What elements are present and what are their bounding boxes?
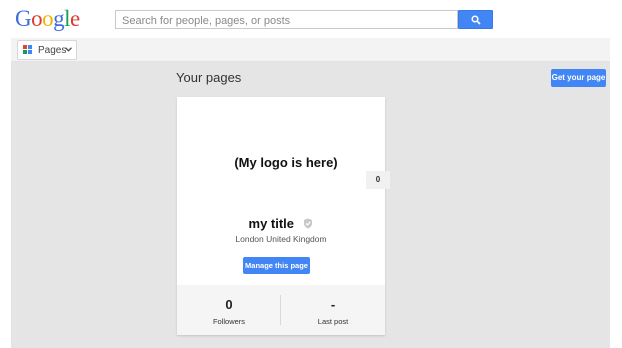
last-post-label: Last post — [317, 317, 349, 326]
page-title[interactable]: my title — [249, 216, 295, 231]
pages-label: Pages — [38, 45, 67, 56]
count-badge: 0 — [366, 171, 390, 189]
chevron-down-icon — [65, 47, 72, 52]
sub-bar: Pages — [11, 38, 610, 62]
last-post-stat: - Last post — [281, 285, 385, 335]
search-icon — [471, 15, 481, 25]
title-row: my title — [177, 215, 385, 233]
page-location: London United Kingdom — [235, 234, 327, 244]
page-card[interactable]: (My logo is here) 0 my title London Unit… — [177, 97, 390, 335]
pages-grid-icon — [23, 45, 33, 55]
search-button[interactable] — [458, 10, 493, 29]
logo-letter: G — [15, 6, 32, 31]
logo-letter: g — [53, 6, 65, 31]
get-your-page-button[interactable]: Get your page — [551, 69, 606, 87]
logo-letter: o — [42, 6, 54, 31]
google-logo[interactable]: Google — [15, 7, 80, 31]
followers-stat: 0 Followers — [177, 285, 281, 335]
main-area: Your pages Get your page (My logo is her… — [11, 62, 610, 348]
last-post-value: - — [330, 297, 336, 312]
stats-bar: 0 Followers - Last post — [177, 285, 385, 335]
page-logo: (My logo is here) — [234, 155, 338, 170]
verified-shield-icon — [304, 218, 313, 229]
search-input[interactable] — [116, 12, 457, 30]
pages-dropdown-button[interactable]: Pages — [17, 40, 77, 60]
logo-letter: e — [70, 6, 80, 31]
manage-page-button[interactable]: Manage this page — [243, 257, 310, 274]
top-bar: Google — [0, 0, 622, 38]
page-heading: Your pages — [176, 70, 242, 85]
followers-label: Followers — [212, 317, 246, 326]
logo-letter: o — [31, 6, 43, 31]
followers-count: 0 — [225, 297, 233, 312]
search-box — [115, 10, 458, 30]
